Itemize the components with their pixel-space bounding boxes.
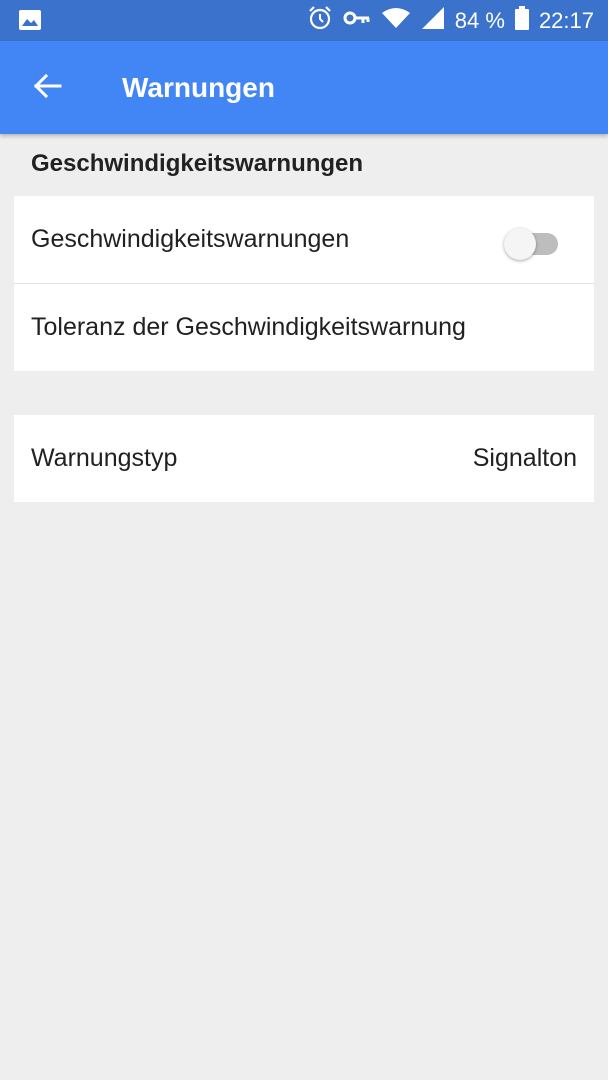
back-button[interactable] xyxy=(24,65,70,111)
tolerance-setting[interactable]: Toleranz der Geschwindigkeitswarnung xyxy=(14,283,594,371)
warning-type-setting[interactable]: Warnungstyp Signalton xyxy=(14,415,594,502)
clock: 22:17 xyxy=(538,7,594,33)
wifi-icon xyxy=(381,7,411,34)
warning-type-card: Warnungstyp Signalton xyxy=(14,415,594,502)
speed-warnings-card: Geschwindigkeitswarnungen Toleranz der G… xyxy=(14,196,594,371)
status-bar: 84 % 22:17 xyxy=(0,0,608,41)
warning-type-label: Warnungstyp xyxy=(31,444,178,472)
battery-percent: 84 % xyxy=(454,7,505,33)
speed-warnings-toggle[interactable] xyxy=(504,226,558,260)
alarm-icon xyxy=(307,5,333,36)
page-title: Warnungen xyxy=(122,72,275,103)
section-header: Geschwindigkeitswarnungen xyxy=(31,150,364,177)
vpn-key-icon xyxy=(343,9,371,32)
toggle-thumb xyxy=(504,228,536,260)
speed-warnings-setting[interactable]: Geschwindigkeitswarnungen xyxy=(14,196,594,283)
tolerance-label: Toleranz der Geschwindigkeitswarnung xyxy=(31,313,466,341)
arrow-back-icon xyxy=(32,71,62,106)
image-icon xyxy=(18,9,42,36)
battery-icon xyxy=(514,6,529,35)
speed-warnings-label: Geschwindigkeitswarnungen xyxy=(31,225,350,253)
warning-type-value: Signalton xyxy=(472,444,577,472)
app-bar: Warnungen xyxy=(0,41,608,134)
signal-icon xyxy=(421,6,445,35)
